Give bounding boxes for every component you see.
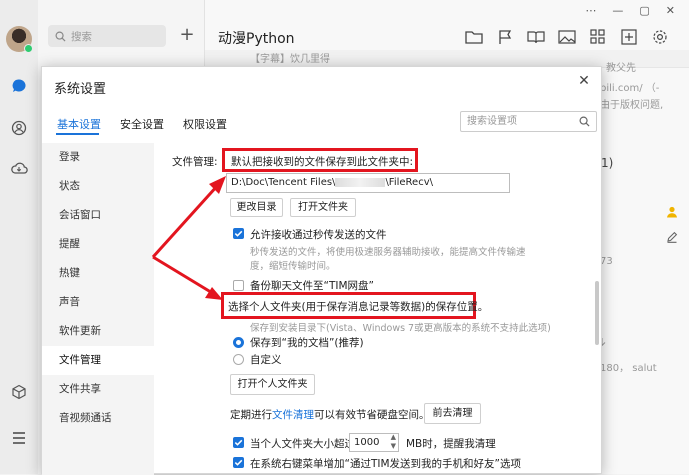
context-menu-checkbox[interactable] bbox=[233, 457, 244, 468]
flag-icon[interactable] bbox=[495, 29, 515, 45]
partial-desc-text: 由于版权问题, bbox=[600, 100, 664, 111]
chat-message-preview: 【字幕】饮几里得 bbox=[250, 54, 330, 65]
personal-folder-location-text: 选择个人文件夹(用于保存消息记录等数据)的保存位置。 bbox=[228, 301, 489, 313]
install-dir-hint: 保存到安装目录下(Vista、Windows 7或更高版本的系统不支持此选项) bbox=[250, 323, 551, 334]
search-icon bbox=[579, 116, 590, 127]
custom-location-radio[interactable] bbox=[233, 354, 244, 365]
size-reminder-prefix: 当个人文件夹大小超过 bbox=[250, 438, 355, 450]
settings-dialog: 系统设置 ✕ 基本设置 安全设置 权限设置 搜索设置项 登录 状态 会话窗口 提… bbox=[41, 66, 602, 475]
settings-search-placeholder: 搜索设置项 bbox=[467, 116, 517, 127]
tab-permission-settings[interactable]: 权限设置 bbox=[183, 116, 227, 132]
tab-security-settings[interactable]: 安全设置 bbox=[120, 116, 164, 132]
allow-fast-transfer-checkbox[interactable] bbox=[233, 228, 244, 239]
dialog-title: 系统设置 bbox=[54, 82, 107, 97]
close-window-button[interactable]: ✕ bbox=[666, 4, 675, 17]
context-menu-label: 在系统右键菜单增加“通过TIM发送到我的手机和好友”选项 bbox=[250, 458, 521, 470]
search-icon bbox=[55, 31, 66, 42]
cloud-icon[interactable] bbox=[10, 160, 28, 176]
sidebar-item-login[interactable]: 登录 bbox=[42, 143, 154, 172]
size-reminder-checkbox[interactable] bbox=[233, 437, 244, 448]
size-reminder-suffix: MB时，提醒我清理 bbox=[406, 438, 496, 450]
sidebar-item-status[interactable]: 状态 bbox=[42, 172, 154, 201]
settings-sidebar: 登录 状态 会话窗口 提醒 热键 声音 软件更新 文件管理 文件共享 音视频通话 bbox=[42, 143, 154, 475]
active-tab-indicator bbox=[56, 133, 99, 135]
tab-basic-settings[interactable]: 基本设置 bbox=[57, 116, 101, 132]
book-icon[interactable] bbox=[526, 29, 546, 45]
save-path-field[interactable]: D:\Doc\Tencent Files\ \FileRecv\ bbox=[226, 173, 510, 193]
more-button[interactable]: ⋯ bbox=[585, 4, 596, 17]
save-path-suffix: \FileRecv\ bbox=[385, 177, 433, 188]
open-folder-button[interactable]: 打开文件夹 bbox=[290, 198, 356, 217]
allow-fast-transfer-desc-2: 度，缩短传输时间。 bbox=[250, 261, 336, 272]
cleanup-suffix: 可以有效节省硬盘空间。 bbox=[314, 409, 430, 421]
backup-to-netdisk-label: 备份聊天文件至“TIM网盘” bbox=[250, 280, 374, 292]
file-cleanup-link[interactable]: 文件清理 bbox=[272, 409, 314, 421]
save-path-prefix: D:\Doc\Tencent Files\ bbox=[231, 177, 336, 188]
size-threshold-stepper[interactable]: 1000 ▲ ▼ bbox=[349, 433, 399, 452]
cleanup-prefix: 定期进行 bbox=[230, 409, 272, 421]
save-to-my-docs-label: 保存到“我的文档”(推荐) bbox=[250, 337, 364, 349]
cleanup-text: 定期进行文件清理可以有效节省硬盘空间。 bbox=[230, 407, 430, 422]
online-status-dot bbox=[24, 44, 33, 53]
chat-toolbar bbox=[464, 29, 670, 45]
sidebar-item-av-call[interactable]: 音视频通话 bbox=[42, 404, 154, 433]
sidebar-item-chat-window[interactable]: 会话窗口 bbox=[42, 201, 154, 230]
open-personal-folder-button[interactable]: 打开个人文件夹 bbox=[230, 374, 315, 395]
search-input[interactable]: 搜索 bbox=[48, 25, 166, 47]
folder-icon[interactable] bbox=[464, 29, 484, 45]
chat-title: 动漫Python bbox=[218, 31, 295, 47]
sidebar-item-reminders[interactable]: 提醒 bbox=[42, 230, 154, 259]
go-cleanup-button[interactable]: 前去清理 bbox=[424, 403, 481, 424]
minimize-button[interactable]: — bbox=[612, 4, 623, 17]
allow-fast-transfer-desc-1: 秒传发送的文件，将使用极速服务器辅助接收，能提高文件传输速 bbox=[250, 247, 526, 258]
save-to-my-docs-radio[interactable] bbox=[233, 337, 244, 348]
sidebar-item-software-update[interactable]: 软件更新 bbox=[42, 317, 154, 346]
add-button[interactable]: + bbox=[176, 24, 198, 46]
window-controls: ⋯ — ▢ ✕ bbox=[585, 4, 675, 17]
cube-icon[interactable] bbox=[11, 384, 27, 400]
allow-fast-transfer-label: 允许接收通过秒传发送的文件 bbox=[250, 229, 387, 241]
sidebar-item-hotkeys[interactable]: 热键 bbox=[42, 259, 154, 288]
partial-url-text: bili.com/ （- bbox=[600, 83, 660, 94]
size-threshold-value: 1000 bbox=[354, 437, 380, 448]
menu-icon[interactable] bbox=[11, 431, 27, 445]
search-placeholder: 搜索 bbox=[71, 30, 92, 43]
backup-to-netdisk-checkbox[interactable] bbox=[233, 280, 244, 291]
left-rail bbox=[0, 0, 38, 474]
stepper-arrows-icon[interactable]: ▲ ▼ bbox=[391, 433, 396, 451]
partial-salut-text: 180， salut bbox=[600, 363, 657, 374]
settings-scrollbar[interactable] bbox=[595, 281, 599, 345]
sidebar-item-sound[interactable]: 声音 bbox=[42, 288, 154, 317]
default-save-folder-text: 默认把接收到的文件保存到此文件夹中: bbox=[231, 156, 414, 168]
change-directory-button[interactable]: 更改目录 bbox=[230, 198, 283, 217]
partial-name-text: 教父先 bbox=[606, 63, 636, 74]
partial-number-text: 1) bbox=[601, 156, 614, 170]
dialog-close-button[interactable]: ✕ bbox=[575, 73, 593, 91]
settings-gear-icon[interactable] bbox=[650, 29, 670, 45]
user-icon[interactable] bbox=[666, 206, 678, 218]
file-management-label: 文件管理: bbox=[172, 156, 218, 168]
contacts-icon[interactable] bbox=[11, 120, 27, 136]
edit-icon[interactable] bbox=[666, 231, 678, 243]
add-box-icon[interactable] bbox=[619, 29, 639, 45]
custom-location-label: 自定义 bbox=[250, 354, 282, 366]
message-icon[interactable] bbox=[11, 78, 27, 94]
sidebar-item-file-sharing[interactable]: 文件共享 bbox=[42, 375, 154, 404]
sidebar-item-file-management[interactable]: 文件管理 bbox=[42, 346, 154, 375]
apps-grid-icon[interactable] bbox=[588, 29, 608, 45]
image-icon[interactable] bbox=[557, 29, 577, 45]
redacted-segment bbox=[335, 177, 386, 187]
maximize-button[interactable]: ▢ bbox=[639, 4, 649, 17]
settings-search-input[interactable]: 搜索设置项 bbox=[460, 111, 597, 132]
